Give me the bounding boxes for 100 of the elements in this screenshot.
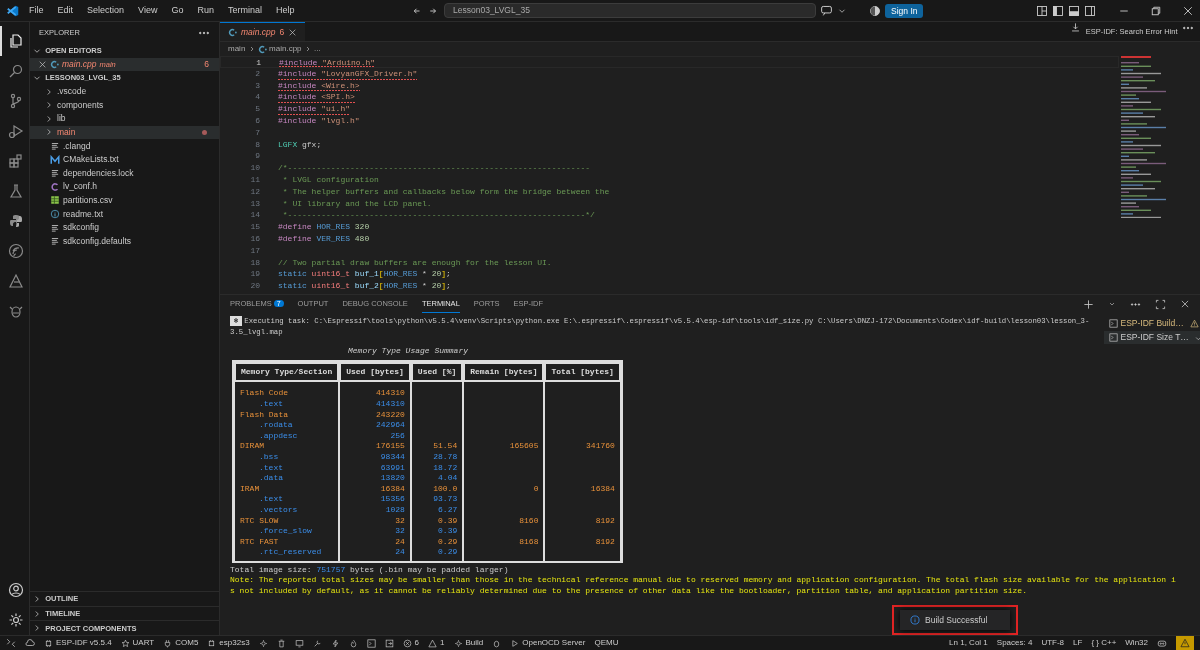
table-cell: IRAM bbox=[240, 483, 260, 493]
menu-item[interactable]: Terminal bbox=[222, 3, 267, 18]
flash-icon[interactable] bbox=[330, 638, 340, 648]
status-item[interactable]: Win32 bbox=[1125, 637, 1148, 649]
file-name[interactable]: partitions.csv bbox=[63, 193, 113, 207]
account-icon[interactable] bbox=[7, 582, 24, 598]
status-item[interactable]: COM5 bbox=[163, 637, 199, 649]
python-icon[interactable] bbox=[7, 213, 24, 229]
close-icon[interactable] bbox=[1182, 4, 1194, 17]
status-item[interactable]: Ln 1, Col 1 bbox=[949, 637, 988, 649]
table-cell: 243220 bbox=[376, 409, 405, 419]
file-name[interactable]: sdkconfig.defaults bbox=[63, 234, 132, 248]
remote-icon[interactable] bbox=[6, 638, 16, 648]
table-cell-text: .rtc_reserved bbox=[258, 547, 322, 557]
file-name[interactable]: .clangd bbox=[63, 139, 91, 153]
file-name[interactable]: readme.txt bbox=[63, 207, 104, 221]
chat-icon[interactable] bbox=[820, 4, 833, 17]
tree-row[interactable]: .vscode bbox=[30, 84, 219, 99]
extensions-icon[interactable] bbox=[7, 153, 24, 169]
status-item[interactable]: ESP-IDF v5.5.4 bbox=[44, 637, 112, 649]
settings-icon[interactable] bbox=[7, 612, 24, 628]
secondary-sidebar-icon[interactable] bbox=[1084, 4, 1096, 17]
folder-name[interactable]: components bbox=[57, 98, 104, 112]
wireless-icon[interactable] bbox=[7, 243, 24, 259]
table-cell: 16384 bbox=[590, 483, 615, 493]
file-name[interactable]: dependencies.lock bbox=[63, 166, 134, 180]
flask-icon[interactable] bbox=[7, 183, 24, 199]
files-icon[interactable] bbox=[7, 33, 24, 49]
monitor-icon[interactable] bbox=[294, 638, 304, 648]
file-name[interactable]: lv_conf.h bbox=[63, 180, 98, 194]
open-editor-item[interactable]: main.cpp bbox=[62, 58, 97, 71]
close-icon[interactable] bbox=[38, 59, 47, 69]
menu-item[interactable]: Run bbox=[192, 3, 219, 18]
file-name[interactable]: sdkconfig bbox=[63, 221, 99, 234]
table-cell: 18.72 bbox=[433, 462, 458, 472]
wrench-icon[interactable] bbox=[312, 638, 322, 648]
status-item[interactable]: QEMU bbox=[594, 637, 619, 649]
tree-row[interactable]: main bbox=[30, 125, 219, 140]
restore-icon[interactable] bbox=[1150, 4, 1162, 17]
folder-name[interactable]: .vscode bbox=[57, 85, 87, 98]
new-terminal-icon[interactable] bbox=[1083, 298, 1094, 310]
status-item[interactable]: 6 bbox=[402, 637, 420, 649]
status-item[interactable]: Spaces: 4 bbox=[996, 637, 1033, 649]
flame-icon[interactable] bbox=[348, 638, 358, 648]
triangle-tool-icon[interactable] bbox=[7, 273, 24, 289]
trash-icon[interactable] bbox=[276, 638, 286, 648]
export-icon[interactable] bbox=[384, 638, 394, 648]
tree-row[interactable]: lib bbox=[30, 111, 219, 126]
tree-row[interactable]: components bbox=[30, 98, 219, 112]
folder-name[interactable]: main bbox=[57, 126, 76, 139]
accounts-circle-icon[interactable] bbox=[869, 4, 881, 17]
terminal-list-item[interactable]: ESP-IDF Build… bbox=[1104, 317, 1200, 331]
search-hint-icon[interactable] bbox=[1070, 22, 1082, 33]
line-number: 17 bbox=[249, 244, 261, 257]
terminal-list-item[interactable]: ESP-IDF Size T… bbox=[1104, 330, 1200, 345]
copilot-icon[interactable] bbox=[1157, 638, 1167, 648]
sign-in-button[interactable]: Sign In bbox=[885, 3, 924, 18]
run-debug-icon[interactable] bbox=[7, 123, 24, 139]
status-item[interactable]: OpenOCD Server bbox=[510, 637, 586, 649]
close-icon[interactable] bbox=[1180, 299, 1190, 309]
status-item[interactable]: UTF-8 bbox=[1041, 637, 1065, 649]
breadcrumb-item[interactable]: main bbox=[228, 43, 246, 55]
status-item[interactable]: UART bbox=[120, 637, 155, 649]
table-cell-text: .vectors bbox=[258, 504, 298, 514]
editor-tab[interactable]: main.cpp 6 bbox=[220, 22, 306, 41]
code-line: * UI library and the LCD panel. bbox=[281, 197, 432, 210]
cloud-icon[interactable] bbox=[25, 638, 35, 648]
menu-item[interactable]: Help bbox=[270, 3, 300, 18]
line-number: 4 bbox=[254, 91, 261, 104]
status-item[interactable]: esp32s3 bbox=[207, 637, 250, 649]
status-item[interactable]: { } C++ bbox=[1091, 637, 1117, 649]
close-icon[interactable] bbox=[288, 27, 298, 37]
menu-item[interactable]: View bbox=[133, 3, 163, 18]
table-cell: 8160 bbox=[519, 515, 539, 525]
line-number: 9 bbox=[254, 150, 261, 163]
line-number: 11 bbox=[249, 173, 261, 186]
layout-icon[interactable] bbox=[1036, 4, 1048, 17]
info-icon bbox=[910, 615, 920, 625]
table-cell-text: .text bbox=[258, 462, 283, 472]
column-header: Used [bytes] bbox=[339, 361, 411, 383]
status-item[interactable]: LF bbox=[1073, 637, 1083, 649]
menu-item[interactable]: File bbox=[24, 3, 49, 18]
maximize-icon[interactable] bbox=[1155, 298, 1166, 310]
sidebar-toggle-icon[interactable] bbox=[1052, 4, 1064, 17]
status-item[interactable]: 1 bbox=[428, 637, 445, 649]
dropdown-caret-icon[interactable] bbox=[1108, 300, 1116, 308]
search-icon[interactable] bbox=[7, 63, 24, 79]
warning-icon[interactable] bbox=[1180, 638, 1190, 648]
status-item[interactable]: Build bbox=[453, 637, 484, 649]
command-center-field[interactable]: Lesson03_LVGL_35 bbox=[444, 3, 816, 18]
terminal-icon[interactable] bbox=[366, 638, 376, 648]
panel-toggle-icon[interactable] bbox=[1068, 4, 1080, 17]
menu-item[interactable]: Go bbox=[166, 3, 189, 18]
folder-name[interactable]: lib bbox=[57, 112, 66, 126]
code-line: /*--------------------------------------------------------------- bbox=[278, 162, 591, 174]
menu-item[interactable]: Selection bbox=[82, 3, 130, 18]
breadcrumb-item[interactable]: main.cpp bbox=[269, 43, 302, 55]
menu-item[interactable]: Edit bbox=[52, 3, 79, 18]
breadcrumb-item[interactable]: ... bbox=[314, 43, 321, 55]
file-name[interactable]: CMakeLists.txt bbox=[63, 153, 119, 166]
